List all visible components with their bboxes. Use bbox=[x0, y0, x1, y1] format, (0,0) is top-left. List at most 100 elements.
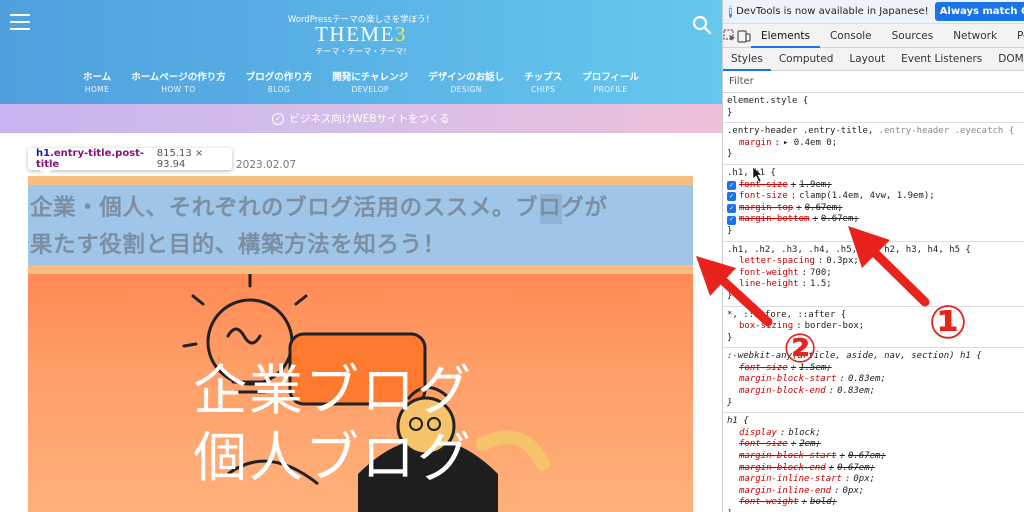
style-declaration[interactable]: ✓ font-size: clamp(1.4em, 4vw, 1.9em); bbox=[727, 191, 1020, 203]
nav-item-howto[interactable]: ホームページの作り方 HOW TO bbox=[121, 72, 236, 96]
style-declaration[interactable]: display: block; bbox=[727, 428, 1020, 440]
tab-console[interactable]: Console bbox=[820, 24, 882, 48]
site-logo[interactable]: THEME3 bbox=[0, 22, 722, 47]
tooltip-arrow bbox=[40, 170, 52, 176]
tab-computed[interactable]: Computed bbox=[771, 48, 842, 71]
style-rule-user-agent: h1 { display: block; font-size:2em; margi… bbox=[723, 413, 1024, 512]
nav-item-develop[interactable]: 開発にチャレンジ DEVELOP bbox=[322, 72, 418, 96]
nav-item-profile[interactable]: プロフィール PROFILE bbox=[572, 72, 649, 96]
css-property: margin bbox=[739, 137, 772, 148]
margin-highlight-top bbox=[28, 176, 693, 185]
css-property: margin-block-start bbox=[739, 374, 837, 385]
checkbox-checked-icon[interactable]: ✓ bbox=[727, 204, 736, 214]
tooltip-tag: h1 bbox=[36, 148, 51, 159]
style-declaration[interactable]: margin-block-start:0.83em; bbox=[727, 374, 1020, 386]
selector-part: .entry-header .entry-title, bbox=[727, 126, 879, 137]
rule-close: } bbox=[727, 397, 733, 408]
style-declaration[interactable]: ✓ margin-bottom:0.67em; bbox=[727, 214, 1020, 226]
style-rule: .h1, .h2, .h3, .h4, .h5, h1, h2, h3, h4,… bbox=[723, 242, 1024, 307]
checkbox-checked-icon[interactable]: ✓ bbox=[727, 181, 736, 190]
promo-text: ビジネス向けWEBサイトをつくる bbox=[289, 113, 450, 125]
nav-sublabel: DESIGN bbox=[450, 85, 482, 94]
eyecatch-text-line1: 企業ブログ bbox=[193, 359, 473, 422]
logo-accent: 3 bbox=[394, 22, 407, 46]
style-declaration[interactable]: ✓ font-size:1.9em; bbox=[727, 180, 1020, 192]
nav-sublabel: HOME bbox=[84, 85, 110, 94]
css-value: 1.9em; bbox=[799, 179, 832, 190]
inspect-element-icon[interactable] bbox=[723, 24, 737, 48]
tab-styles[interactable]: Styles bbox=[723, 48, 771, 71]
css-value: block; bbox=[788, 427, 821, 438]
tab-sources[interactable]: Sources bbox=[882, 24, 944, 48]
style-declaration[interactable]: margin-block-end:0.67em; bbox=[727, 463, 1020, 475]
style-declaration[interactable]: margin-block-start:0.67em; bbox=[727, 451, 1020, 463]
css-property: margin-inline-start bbox=[739, 474, 842, 485]
promo-banner[interactable]: ✓ ビジネス向けWEBサイトをつくる bbox=[0, 104, 722, 133]
nav-item-design[interactable]: デザインのお話し DESIGN bbox=[418, 72, 514, 96]
tab-dom-breakpoints[interactable]: DOM Breakpo bbox=[990, 48, 1024, 71]
post-title-line2: 果たす役割と目的、構築方法を知ろう！ bbox=[30, 232, 446, 258]
style-rules-list: element.style { } .entry-header .entry-t… bbox=[723, 93, 1024, 512]
device-toolbar-icon[interactable] bbox=[737, 24, 751, 48]
style-declaration[interactable]: box-sizing: border-box; bbox=[727, 321, 1020, 333]
css-property: line-height bbox=[739, 279, 799, 290]
nav-label: ホーム bbox=[82, 72, 112, 83]
rule-selector[interactable]: *, ::before, ::after { bbox=[727, 310, 1020, 322]
css-property: font-size bbox=[739, 179, 788, 190]
nav-label: ホームページの作り方 bbox=[131, 72, 226, 83]
rule-close: } bbox=[727, 225, 733, 236]
tab-network[interactable]: Network bbox=[943, 24, 1007, 48]
banner-message: DevTools is now available in Japanese! bbox=[736, 6, 929, 17]
css-property: font-size bbox=[739, 191, 788, 202]
css-property: font-size bbox=[739, 439, 788, 450]
margin-highlight-bottom bbox=[28, 265, 693, 274]
rule-selector[interactable]: element.style { bbox=[727, 96, 1020, 108]
nav-label: プロフィール bbox=[582, 72, 639, 83]
nav-sublabel: HOW TO bbox=[161, 85, 196, 94]
tab-layout[interactable]: Layout bbox=[841, 48, 893, 71]
eyecatch-text-line2: 個人ブログ bbox=[193, 426, 473, 489]
css-value: bold; bbox=[810, 497, 838, 508]
style-declaration[interactable]: font-weight: bold; bbox=[727, 497, 1020, 509]
nav-sublabel: DEVELOP bbox=[351, 85, 389, 94]
rule-selector[interactable]: h1 { bbox=[727, 416, 1020, 428]
nav-label: チップス bbox=[524, 72, 563, 83]
tab-performance[interactable]: Pe bbox=[1007, 24, 1024, 48]
always-match-chrome-button[interactable]: Always match Chrome bbox=[934, 2, 1024, 21]
style-declaration[interactable]: font-weight:700; bbox=[727, 268, 1020, 280]
css-value: 0.67em; bbox=[820, 214, 859, 225]
style-declaration[interactable]: margin-inline-start:0px; bbox=[727, 474, 1020, 486]
style-declaration[interactable]: line-height:1.5; bbox=[727, 279, 1020, 291]
nav-item-chips[interactable]: チップス CHIPS bbox=[514, 72, 572, 96]
rule-selector[interactable]: .h1, .h2, .h3, .h4, .h5, h1, h2, h3, h4,… bbox=[727, 245, 1020, 257]
style-declaration[interactable]: ✓ margin-top:0.67em; bbox=[727, 203, 1020, 215]
rule-selector[interactable]: .entry-header .entry-title, .entry-heade… bbox=[727, 126, 1020, 138]
style-declaration[interactable]: margin-block-end:0.83em; bbox=[727, 386, 1020, 398]
checkbox-checked-icon[interactable]: ✓ bbox=[727, 192, 736, 202]
css-value: 700; bbox=[810, 267, 832, 278]
css-value: 1.5em; bbox=[799, 362, 832, 373]
nav-item-home[interactable]: ホーム HOME bbox=[73, 72, 121, 96]
rule-selector[interactable]: .h1, h1 { bbox=[727, 168, 1020, 180]
style-declaration[interactable]: margin-inline-end:0px; bbox=[727, 486, 1020, 498]
style-declaration[interactable]: margin: ▸ 0.4em 0; bbox=[727, 138, 1020, 150]
checkbox-checked-icon[interactable]: ✓ bbox=[727, 215, 736, 225]
search-icon[interactable] bbox=[692, 15, 712, 35]
tab-elements[interactable]: Elements bbox=[751, 24, 820, 48]
rule-close: } bbox=[727, 332, 733, 343]
style-declaration[interactable]: font-size:1.5em; bbox=[727, 363, 1020, 375]
tab-event-listeners[interactable]: Event Listeners bbox=[893, 48, 990, 71]
style-declaration[interactable]: letter-spacing:0.3px; bbox=[727, 256, 1020, 268]
style-declaration[interactable]: font-size:2em; bbox=[727, 439, 1020, 451]
css-value: 0.83em; bbox=[837, 386, 876, 397]
css-property: margin-inline-end bbox=[739, 485, 832, 496]
styles-filter-input[interactable]: Filter bbox=[723, 71, 1024, 93]
web-page: WordPressテーマの楽しさを学ぼう！ THEME3 テーマ・テーマ・テーマ… bbox=[0, 0, 722, 512]
devtools-main-tabs: Elements Console Sources Network Pe bbox=[723, 24, 1024, 48]
post-date: 2023.02.07 bbox=[236, 159, 297, 171]
nav-item-blog[interactable]: ブログの作り方 BLOG bbox=[236, 72, 323, 96]
css-property: font-size bbox=[739, 362, 788, 373]
css-property: font-weight bbox=[739, 497, 799, 508]
rule-selector[interactable]: :-webkit-any(article, aside, nav, sectio… bbox=[727, 351, 1020, 363]
nav-sublabel: CHIPS bbox=[530, 85, 556, 94]
